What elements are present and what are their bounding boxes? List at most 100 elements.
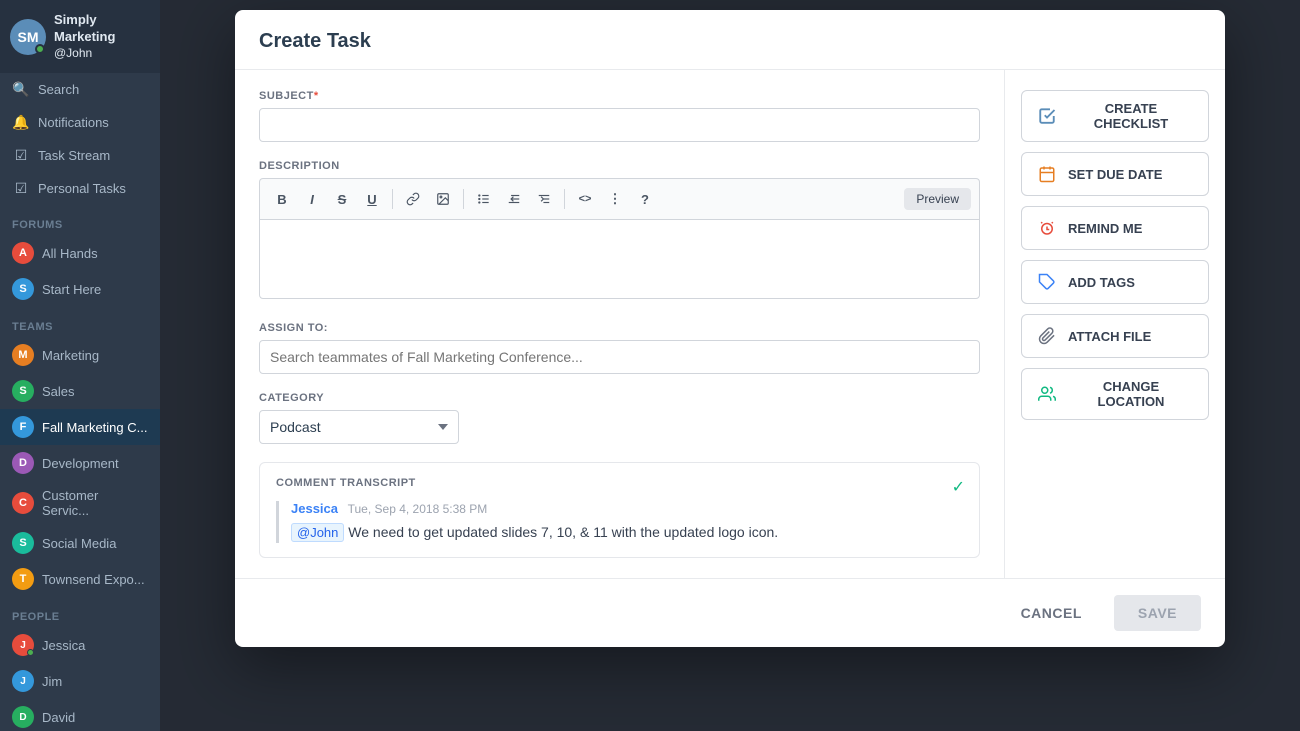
toolbar-separator-3 — [564, 189, 565, 209]
sidebar-item-customer-service[interactable]: C Customer Servic... — [0, 481, 160, 525]
italic-button[interactable]: I — [298, 185, 326, 213]
mention-tag: @John — [291, 523, 344, 542]
remind-me-label: REMIND ME — [1068, 221, 1142, 236]
location-icon — [1036, 383, 1058, 405]
townsend-expo-label: Townsend Expo... — [42, 572, 145, 587]
assign-to-group: ASSIGN TO: — [259, 322, 980, 374]
underline-button[interactable]: U — [358, 185, 386, 213]
code-button[interactable]: <> — [571, 185, 599, 213]
toolbar-separator-2 — [463, 189, 464, 209]
category-label: CATEGORY — [259, 392, 980, 404]
add-tags-label: ADD TAGS — [1068, 275, 1135, 290]
personal-tasks-label: Personal Tasks — [38, 181, 126, 196]
sidebar-item-notifications[interactable]: 🔔 Notifications — [0, 106, 160, 139]
modal-body: SUBJECT* DESCRIPTION B I S U — [235, 70, 1225, 578]
save-button[interactable]: SAVE — [1114, 595, 1201, 631]
category-select[interactable]: Podcast Design Development Marketing — [259, 410, 459, 444]
sidebar-item-jim[interactable]: J Jim — [0, 663, 160, 699]
comment-transcript-header: COMMENT TRANSCRIPT — [276, 477, 963, 489]
sidebar-item-marketing[interactable]: M Marketing — [0, 337, 160, 373]
search-label: Search — [38, 82, 79, 97]
check-icon: ☑ — [12, 147, 30, 164]
attach-file-button[interactable]: ATTACH FILE — [1021, 314, 1209, 358]
create-checklist-button[interactable]: CREATE CHECKLIST — [1021, 90, 1209, 142]
modal-footer: CANCEL SAVE — [235, 578, 1225, 647]
change-location-label: CHANGE LOCATION — [1068, 379, 1194, 409]
add-tags-button[interactable]: ADD TAGS — [1021, 260, 1209, 304]
sidebar-item-townsend-expo[interactable]: T Townsend Expo... — [0, 561, 160, 597]
comment-text: @John We need to get updated slides 7, 1… — [291, 522, 963, 543]
teams-section-label: TEAMS — [0, 307, 160, 337]
unordered-list-button[interactable] — [470, 185, 498, 213]
calendar-icon — [1036, 163, 1058, 185]
sidebar-item-start-here[interactable]: S Start Here — [0, 271, 160, 307]
marketing-dot: M — [12, 344, 34, 366]
customer-service-dot: C — [12, 492, 34, 514]
preview-button[interactable]: Preview — [904, 188, 971, 210]
bold-button[interactable]: B — [268, 185, 296, 213]
set-due-date-button[interactable]: SET DUE DATE — [1021, 152, 1209, 196]
create-checklist-label: CREATE CHECKLIST — [1068, 101, 1194, 131]
online-indicator — [35, 44, 45, 54]
category-group: CATEGORY Podcast Design Development Mark… — [259, 392, 980, 444]
sidebar-item-search[interactable]: 🔍 Search — [0, 73, 160, 106]
sidebar-item-david[interactable]: D David — [0, 699, 160, 731]
development-label: Development — [42, 456, 119, 471]
description-textarea[interactable] — [259, 219, 980, 299]
cancel-button[interactable]: CANCEL — [1001, 595, 1102, 631]
jim-label: Jim — [42, 674, 62, 689]
start-here-label: Start Here — [42, 282, 101, 297]
jessica-online — [27, 649, 34, 656]
help-button[interactable]: ? — [631, 185, 659, 213]
sidebar-item-social-media[interactable]: S Social Media — [0, 525, 160, 561]
subject-label: SUBJECT* — [259, 90, 980, 102]
start-here-dot: S — [12, 278, 34, 300]
avatar: SM — [10, 19, 46, 55]
assign-to-input[interactable] — [259, 340, 980, 374]
david-avatar: D — [12, 706, 34, 728]
jim-avatar: J — [12, 670, 34, 692]
set-due-date-label: SET DUE DATE — [1068, 167, 1162, 182]
david-label: David — [42, 710, 75, 725]
comment-meta: Jessica Tue, Sep 4, 2018 5:38 PM — [291, 501, 963, 516]
sidebar: SM Simply Marketing @John 🔍 Search 🔔 Not… — [0, 0, 160, 731]
toolbar-separator-1 — [392, 189, 393, 209]
sidebar-header[interactable]: SM Simply Marketing @John — [0, 0, 160, 73]
sidebar-item-sales[interactable]: S Sales — [0, 373, 160, 409]
alarm-icon — [1036, 217, 1058, 239]
remind-me-button[interactable]: REMIND ME — [1021, 206, 1209, 250]
comment-entry: Jessica Tue, Sep 4, 2018 5:38 PM @John W… — [276, 501, 963, 543]
jessica-label: Jessica — [42, 638, 85, 653]
notifications-label: Notifications — [38, 115, 109, 130]
modal-actions-panel: CREATE CHECKLIST SET DUE DATE REMIND ME — [1005, 70, 1225, 578]
indent-less-button[interactable] — [500, 185, 528, 213]
required-marker: * — [314, 90, 319, 102]
image-button[interactable] — [429, 185, 457, 213]
sidebar-item-all-hands[interactable]: A All Hands — [0, 235, 160, 271]
description-group: DESCRIPTION B I S U — [259, 160, 980, 304]
description-label: DESCRIPTION — [259, 160, 980, 172]
indent-more-button[interactable] — [530, 185, 558, 213]
fall-marketing-dot: F — [12, 416, 34, 438]
task-stream-label: Task Stream — [38, 148, 110, 163]
subject-group: SUBJECT* — [259, 90, 980, 142]
app-name: Simply Marketing — [54, 12, 150, 46]
checklist-icon — [1036, 105, 1058, 127]
bell-icon: 🔔 — [12, 114, 30, 131]
link-button[interactable] — [399, 185, 427, 213]
sidebar-item-jessica[interactable]: J Jessica — [0, 627, 160, 663]
comment-transcript-section: COMMENT TRANSCRIPT ✓ Jessica Tue, Sep 4,… — [259, 462, 980, 558]
fall-marketing-label: Fall Marketing C... — [42, 420, 147, 435]
sidebar-item-development[interactable]: D Development — [0, 445, 160, 481]
strikethrough-button[interactable]: S — [328, 185, 356, 213]
sidebar-item-personal-tasks[interactable]: ☑ Personal Tasks — [0, 172, 160, 205]
more-button[interactable]: ⋮ — [601, 185, 629, 213]
marketing-label: Marketing — [42, 348, 99, 363]
modal-overlay: Create Task SUBJECT* DESCRIPTION — [160, 0, 1300, 731]
people-section-label: PEOPLE — [0, 597, 160, 627]
subject-input[interactable] — [259, 108, 980, 142]
change-location-button[interactable]: CHANGE LOCATION — [1021, 368, 1209, 420]
sidebar-item-task-stream[interactable]: ☑ Task Stream — [0, 139, 160, 172]
sidebar-item-fall-marketing[interactable]: F Fall Marketing C... — [0, 409, 160, 445]
comment-checkmark-icon: ✓ — [952, 477, 965, 497]
